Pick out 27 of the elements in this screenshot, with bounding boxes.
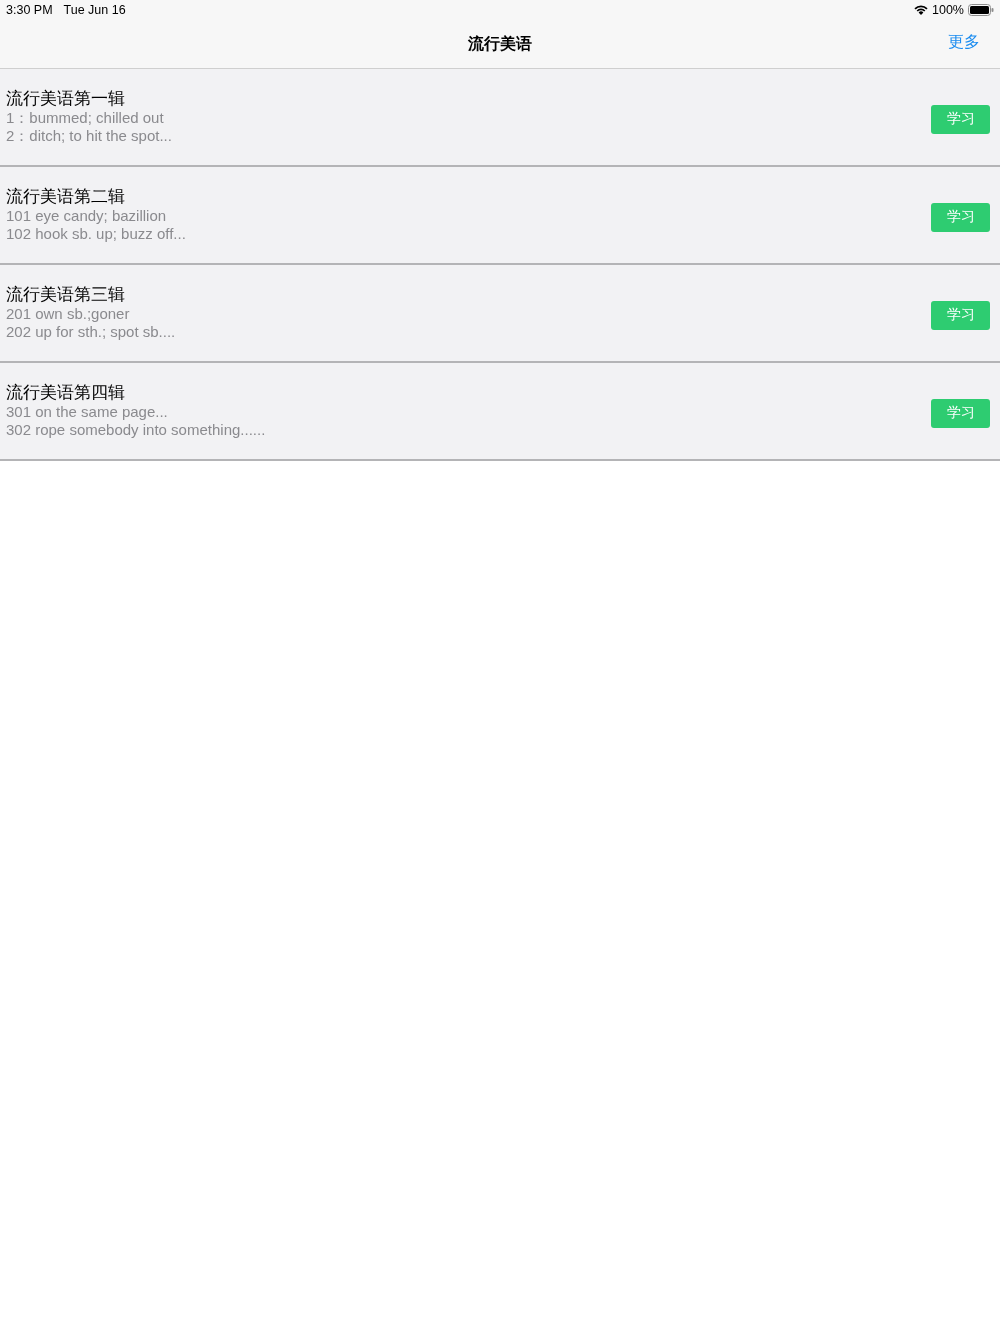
album-lesson-line: 101 eye candy; bazillion bbox=[6, 206, 168, 225]
battery-icon bbox=[968, 4, 994, 16]
nav-title: 流行美语 bbox=[468, 33, 532, 54]
album-row[interactable]: 流行美语第四辑 301 on the same page... 302 rope somebody into something...... 学习 bbox=[0, 363, 1000, 461]
album-title: 流行美语第二辑 bbox=[6, 186, 126, 207]
album-lesson-line: 201 own sb.;goner bbox=[6, 304, 131, 323]
study-button[interactable]: 学习 bbox=[931, 398, 990, 428]
album-lesson-line: 2：ditch; to hit the spot... bbox=[6, 127, 172, 146]
study-button[interactable]: 学习 bbox=[931, 202, 990, 232]
study-button[interactable]: 学习 bbox=[931, 300, 990, 330]
status-time: 3:30 PM bbox=[6, 3, 53, 17]
album-title: 流行美语第四辑 bbox=[6, 382, 126, 403]
status-date: Tue Jun 16 bbox=[63, 3, 126, 17]
album-row[interactable]: 流行美语第一辑 1：bummed; chilled out 2：ditch; to hit the spot... 学习 bbox=[0, 69, 1000, 167]
album-lesson-line: 102 hook sb. up; buzz off... bbox=[6, 225, 186, 244]
album-lesson-line: 202 up for sth.; spot sb.... bbox=[6, 323, 176, 342]
album-lesson-line: 301 on the same page... bbox=[6, 402, 169, 421]
battery-percent: 100% bbox=[932, 3, 964, 17]
wifi-icon bbox=[914, 5, 928, 15]
album-lesson-line: 1：bummed; chilled out bbox=[6, 108, 165, 127]
study-button[interactable]: 学习 bbox=[931, 104, 990, 134]
more-button[interactable]: 更多 bbox=[948, 32, 980, 53]
album-title: 流行美语第三辑 bbox=[6, 284, 126, 305]
album-lesson-line: 302 rope somebody into something...... bbox=[6, 421, 266, 440]
album-title: 流行美语第一辑 bbox=[6, 88, 126, 109]
album-row[interactable]: 流行美语第二辑 101 eye candy; bazillion 102 hook sb. up; buzz off... 学习 bbox=[0, 167, 1000, 265]
album-row[interactable]: 流行美语第三辑 201 own sb.;goner 202 up for sth.; spot sb.... 学习 bbox=[0, 265, 1000, 363]
